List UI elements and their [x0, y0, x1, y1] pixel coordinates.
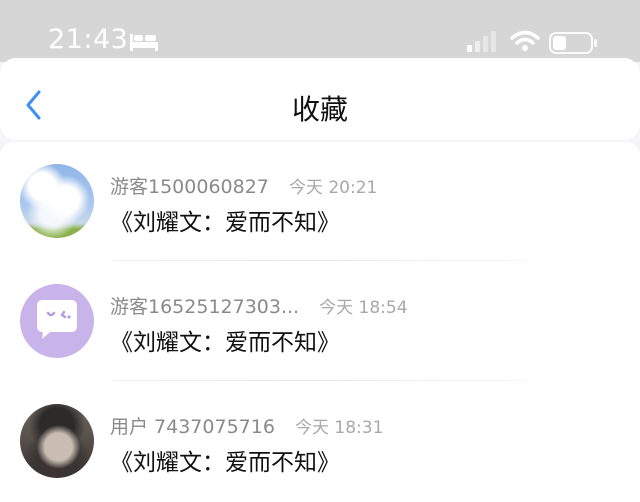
user-name: 用户 7437075716	[110, 416, 275, 438]
wifi-icon	[510, 30, 540, 51]
signal-icon	[467, 31, 496, 52]
battery-icon	[549, 32, 597, 54]
avatar[interactable]	[20, 164, 94, 238]
chat-bubble-face-icon	[37, 300, 77, 339]
item-meta: 游客16525127303... 今天 18:54	[110, 292, 408, 319]
divider	[112, 260, 530, 261]
bed-icon	[130, 34, 158, 51]
list-item[interactable]: 游客16525127303... 今天 18:54 《刘耀文：爱而不知》	[0, 262, 640, 380]
user-name: 游客1500060827	[110, 176, 269, 198]
item-title: 《刘耀文：爱而不知》	[110, 330, 340, 356]
item-meta: 游客1500060827 今天 20:21	[110, 172, 377, 199]
user-name: 游客16525127303...	[110, 296, 300, 318]
timestamp: 今天 20:21	[288, 178, 378, 198]
item-meta: 用户 7437075716 今天 18:31	[110, 412, 383, 439]
item-title: 《刘耀文：爱而不知》	[110, 450, 340, 476]
timestamp: 今天 18:54	[319, 298, 408, 318]
divider	[112, 380, 530, 381]
list-item[interactable]: 游客1500060827 今天 20:21 《刘耀文：爱而不知》	[0, 142, 640, 260]
nav-header: 收藏	[0, 58, 640, 140]
status-bar: 21:43	[0, 0, 640, 62]
favorites-list: 游客1500060827 今天 20:21 《刘耀文：爱而不知》 游客16525…	[0, 142, 640, 502]
avatar[interactable]	[20, 284, 94, 358]
avatar[interactable]	[20, 404, 94, 478]
timestamp: 今天 18:31	[294, 418, 384, 438]
status-time: 21:43	[48, 24, 129, 55]
item-title: 《刘耀文：爱而不知》	[110, 210, 340, 236]
list-item[interactable]: 用户 7437075716 今天 18:31 《刘耀文：爱而不知》	[0, 382, 640, 500]
page-title: 收藏	[291, 93, 348, 126]
